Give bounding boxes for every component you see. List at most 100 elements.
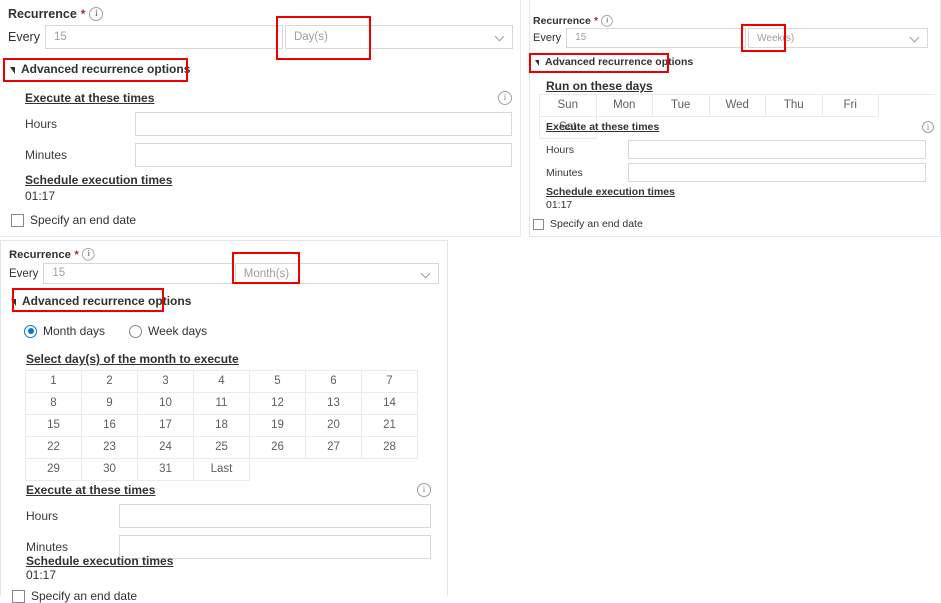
hours-input[interactable] [628, 140, 926, 159]
every-row: Every 15 Month(s) [9, 263, 439, 284]
month-day-cell[interactable]: 11 [194, 393, 250, 415]
month-day-cell[interactable]: 31 [138, 459, 194, 481]
specify-end-date-checkbox[interactable] [12, 590, 25, 603]
minutes-input[interactable] [135, 143, 512, 167]
weekday-cell[interactable]: Wed [710, 95, 767, 117]
interval-input[interactable]: 15 [43, 263, 232, 284]
month-day-cell[interactable]: 1 [26, 371, 82, 393]
month-day-cell[interactable]: 24 [138, 437, 194, 459]
month-day-cell[interactable]: 13 [306, 393, 362, 415]
recurrence-unit-dropdown[interactable]: Month(s) [235, 263, 439, 284]
hours-input[interactable] [119, 504, 431, 528]
month-day-cell[interactable]: 26 [250, 437, 306, 459]
advanced-recurrence-toggle[interactable]: Advanced recurrence options [535, 56, 693, 68]
schedule-execution-times-label[interactable]: Schedule execution times [546, 186, 675, 198]
info-icon[interactable] [922, 121, 934, 133]
recurrence-unit-dropdown[interactable]: Day(s) [285, 25, 513, 49]
recurrence-label: Recurrence [9, 248, 71, 261]
interval-input[interactable]: 15 [45, 25, 283, 49]
recurrence-unit-value: Day(s) [294, 31, 328, 43]
hours-row: Hours [26, 504, 431, 528]
specify-end-date-checkbox[interactable] [533, 219, 544, 230]
weekday-cell[interactable]: Thu [766, 95, 823, 117]
execute-at-times-row: Execute at these times [26, 483, 431, 497]
month-day-cell[interactable]: 4 [194, 371, 250, 393]
info-icon[interactable] [89, 7, 103, 21]
radio-week-days-indicator[interactable] [129, 325, 142, 338]
advanced-recurrence-toggle[interactable]: Advanced recurrence options [11, 294, 191, 308]
every-row: Every 15 Day(s) [8, 25, 513, 49]
minutes-row: Minutes [25, 143, 512, 167]
hours-row: Hours [546, 140, 934, 159]
month-day-cell[interactable]: 17 [138, 415, 194, 437]
hours-input[interactable] [135, 112, 512, 136]
required-marker: * [594, 15, 598, 27]
info-icon[interactable] [601, 15, 613, 27]
month-day-cell[interactable]: 22 [26, 437, 82, 459]
month-day-cell[interactable]: 21 [362, 415, 418, 437]
minutes-row: Minutes [546, 163, 934, 182]
minutes-input[interactable] [628, 163, 926, 182]
execute-at-times-row: Execute at these times [546, 121, 934, 133]
specify-end-date-row[interactable]: Specify an end date [533, 218, 643, 230]
month-day-cell[interactable]: 15 [26, 415, 82, 437]
execute-at-times-label[interactable]: Execute at these times [546, 121, 659, 133]
radio-month-days[interactable]: Month days [24, 324, 105, 338]
specify-end-date-row[interactable]: Specify an end date [12, 589, 137, 603]
recurrence-unit-value: Week(s) [757, 33, 794, 44]
advanced-recurrence-label: Advanced recurrence options [22, 294, 191, 308]
month-day-cell[interactable]: 23 [82, 437, 138, 459]
execute-at-times-label[interactable]: Execute at these times [25, 91, 154, 105]
month-day-cell[interactable]: 20 [306, 415, 362, 437]
month-mode-radio-group: Month days Week days [24, 324, 207, 338]
month-day-cell-last[interactable]: Last [194, 459, 250, 481]
every-label: Every [8, 30, 40, 44]
weekday-cell[interactable]: Mon [597, 95, 654, 117]
select-days-label[interactable]: Select day(s) of the month to execute [26, 352, 239, 366]
interval-input[interactable]: 15 [566, 28, 746, 48]
recurrence-label: Recurrence [8, 7, 77, 21]
run-on-these-days-label[interactable]: Run on these days [546, 79, 653, 93]
month-day-cell[interactable]: 6 [306, 371, 362, 393]
advanced-recurrence-toggle[interactable]: Advanced recurrence options [10, 62, 190, 76]
month-day-cell[interactable]: 5 [250, 371, 306, 393]
info-icon[interactable] [417, 483, 431, 497]
info-icon[interactable] [498, 91, 512, 105]
month-day-cell[interactable]: 27 [306, 437, 362, 459]
specify-end-date-row[interactable]: Specify an end date [11, 213, 136, 227]
month-day-cell[interactable]: 2 [82, 371, 138, 393]
month-day-cell[interactable]: 10 [138, 393, 194, 415]
info-icon[interactable] [82, 248, 95, 261]
month-day-cell[interactable]: 30 [82, 459, 138, 481]
month-day-cell[interactable]: 7 [362, 371, 418, 393]
schedule-execution-times-label[interactable]: Schedule execution times [26, 554, 173, 568]
chevron-down-icon [911, 33, 921, 43]
month-day-cell[interactable]: 12 [250, 393, 306, 415]
schedule-execution-times-label[interactable]: Schedule execution times [25, 173, 172, 187]
recurrence-panel-monthly: Recurrence * Every 15 Month(s) Advanced … [0, 240, 448, 596]
specify-end-date-checkbox[interactable] [11, 214, 24, 227]
month-day-cell[interactable]: 16 [82, 415, 138, 437]
month-day-cell[interactable]: 18 [194, 415, 250, 437]
month-day-cell[interactable]: 8 [26, 393, 82, 415]
hours-label: Hours [25, 117, 135, 131]
month-day-cell[interactable]: 14 [362, 393, 418, 415]
radio-week-days[interactable]: Week days [129, 324, 207, 338]
weekday-cell[interactable]: Tue [653, 95, 710, 117]
recurrence-panel-daily: Recurrence * Every 15 Day(s) Advanced re… [0, 0, 521, 237]
every-row: Every 15 Week(s) [533, 28, 933, 48]
schedule-execution-times-value: 01:17 [26, 568, 56, 582]
recurrence-panel-weekly: Recurrence * Every 15 Week(s) Advanced r… [529, 0, 941, 237]
month-day-cell[interactable]: 3 [138, 371, 194, 393]
triangle-expanded-icon [10, 67, 15, 74]
weekday-cell[interactable]: Fri [823, 95, 880, 117]
weekday-cell[interactable]: Sun [540, 95, 597, 117]
month-day-cell[interactable]: 28 [362, 437, 418, 459]
radio-month-days-indicator[interactable] [24, 325, 37, 338]
recurrence-unit-dropdown[interactable]: Week(s) [748, 28, 928, 48]
month-day-cell[interactable]: 9 [82, 393, 138, 415]
month-day-cell[interactable]: 19 [250, 415, 306, 437]
month-day-cell[interactable]: 25 [194, 437, 250, 459]
execute-at-times-label[interactable]: Execute at these times [26, 483, 155, 497]
month-day-cell[interactable]: 29 [26, 459, 82, 481]
